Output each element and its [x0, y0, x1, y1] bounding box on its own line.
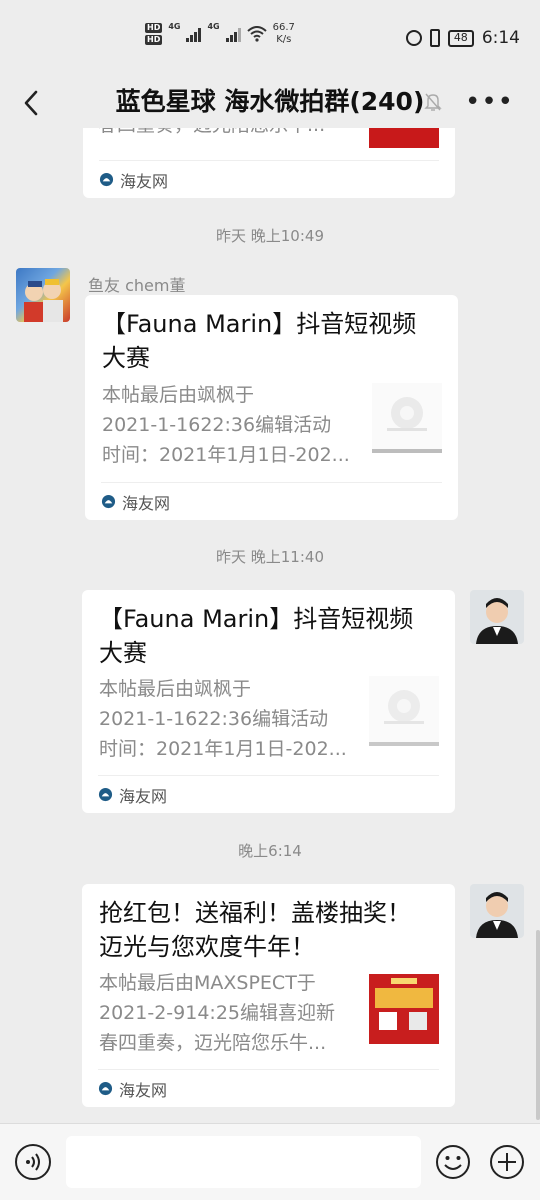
- speed-value: 66.7: [272, 22, 295, 33]
- chat-message-list[interactable]: 春四重奏，迈光陪您乐牛... 海友网 昨天 晚上10:49 鱼友 chem董 【…: [0, 128, 540, 1123]
- haiyouwang-icon: [99, 172, 114, 187]
- voice-icon: [26, 1153, 40, 1171]
- source-label: 海友网: [119, 786, 168, 806]
- link-card-message[interactable]: 春四重奏，迈光陪您乐牛... 海友网: [83, 128, 455, 198]
- chat-title: 蓝色星球 海水微拍群(240): [115, 87, 425, 116]
- link-card-message[interactable]: 【Fauna Marin】抖音短视频大赛 本帖最后由飒枫于 2021-1-162…: [85, 295, 458, 520]
- card-thumbnail: [372, 383, 442, 453]
- network-type: 4G: [168, 22, 181, 31]
- avatar[interactable]: [470, 590, 524, 644]
- link-card-message[interactable]: 抢红包！送福利！盖楼抽奖！迈光与您欢度牛年！ 本帖最后由MAXSPECT于 20…: [82, 884, 455, 1107]
- haiyouwang-icon: [98, 1081, 113, 1096]
- card-description: 本帖最后由飒枫于 2021-1-1622:36编辑活动 时间：2021年1月1日…: [99, 678, 347, 760]
- card-thumbnail: [369, 128, 439, 148]
- avatar-image: [470, 590, 524, 644]
- network-type: 4G: [207, 22, 220, 31]
- card-source: 海友网: [99, 160, 439, 198]
- card-title: 【Fauna Marin】抖音短视频大赛: [99, 605, 414, 667]
- wifi-icon: [246, 26, 267, 42]
- card-thumbnail: [369, 676, 439, 746]
- alarm-icon: [405, 30, 422, 46]
- card-description: 本帖最后由飒枫于 2021-1-1622:36编辑活动 时间：2021年1月1日…: [102, 384, 350, 466]
- emoji-button[interactable]: [435, 1144, 471, 1180]
- signal-icon: [225, 26, 241, 42]
- card-source: 海友网: [101, 482, 442, 520]
- more-functions-button[interactable]: [489, 1144, 525, 1180]
- card-source: 海友网: [98, 1069, 439, 1107]
- hd-icon: HD: [145, 23, 163, 33]
- status-bar: HD HD 4G 4G 66.7 K/s 48 6:14: [0, 0, 540, 80]
- hd-icon: HD: [145, 35, 163, 45]
- avatar-image: [24, 279, 63, 322]
- voice-input-button[interactable]: [15, 1144, 51, 1180]
- speed-unit: K/s: [276, 34, 292, 45]
- haiyouwang-icon: [101, 494, 116, 509]
- card-description: 春四重奏，迈光陪您乐牛...: [98, 128, 358, 140]
- card-title: 【Fauna Marin】抖音短视频大赛: [102, 310, 417, 372]
- network-speed: 66.7 K/s: [273, 22, 295, 46]
- chat-header: 蓝色星球 海水微拍群(240) •••: [0, 80, 540, 128]
- avatar-image: [470, 884, 524, 938]
- source-label: 海友网: [122, 493, 171, 513]
- signal-icon: [186, 26, 202, 42]
- mute-bell-icon: [424, 93, 442, 111]
- message-timestamp: 昨天 晚上10:49: [216, 227, 324, 245]
- card-source: 海友网: [98, 775, 439, 813]
- card-title: 抢红包！送福利！盖楼抽奖！迈光与您欢度牛年！: [99, 899, 411, 961]
- more-options-button[interactable]: •••: [465, 89, 514, 115]
- sender-name: 鱼友 chem董: [88, 276, 186, 295]
- source-label: 海友网: [119, 1080, 168, 1100]
- vibrate-icon: [429, 29, 440, 47]
- haiyouwang-icon: [98, 787, 113, 802]
- avatar[interactable]: [470, 884, 524, 938]
- scrollbar[interactable]: [536, 930, 540, 1120]
- clock-time: 6:14: [481, 28, 520, 48]
- message-timestamp: 昨天 晚上11:40: [216, 548, 324, 566]
- input-bar: [0, 1123, 540, 1200]
- card-thumbnail: [369, 974, 439, 1044]
- message-timestamp: 晚上6:14: [238, 842, 302, 860]
- source-label: 海友网: [120, 171, 169, 191]
- card-description: 本帖最后由MAXSPECT于 2021-2-914:25编辑喜迎新 春四重奏，迈…: [99, 972, 335, 1054]
- message-input[interactable]: [66, 1136, 421, 1188]
- avatar[interactable]: [16, 268, 70, 322]
- link-card-message[interactable]: 【Fauna Marin】抖音短视频大赛 本帖最后由飒枫于 2021-1-162…: [82, 590, 455, 813]
- battery-icon: 48: [447, 29, 474, 47]
